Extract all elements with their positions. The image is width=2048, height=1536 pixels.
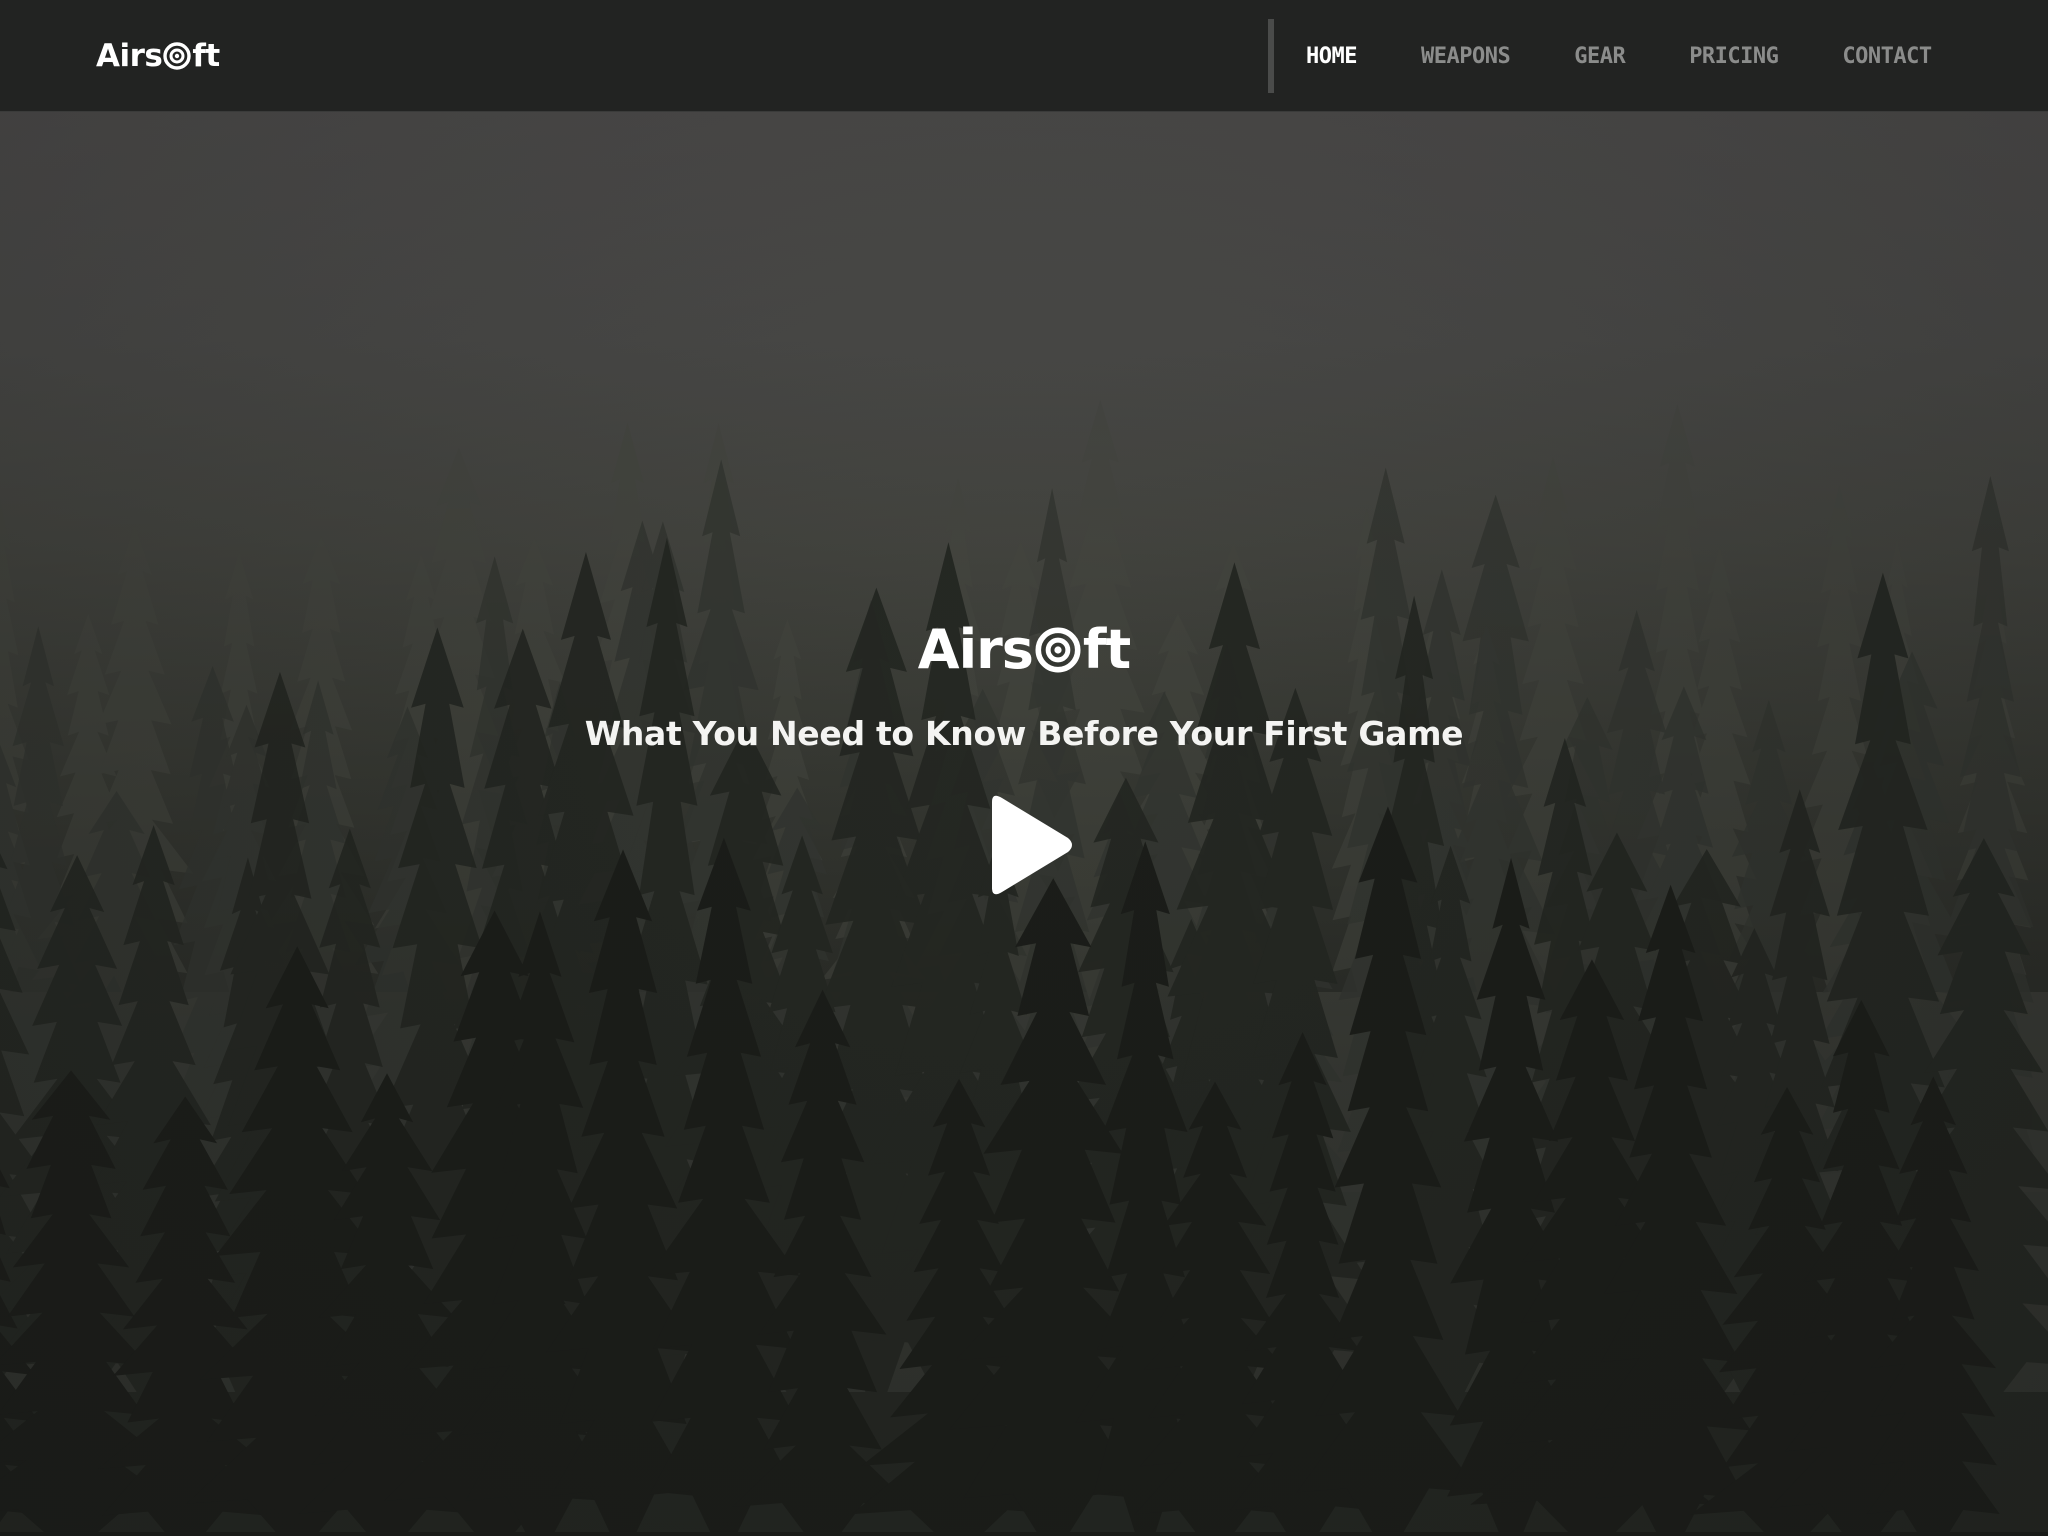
play-button[interactable] [984,794,1074,896]
play-icon [992,795,1072,895]
target-icon [163,42,192,70]
hero-section: Airs ft What You Need to Know Before You… [0,112,2048,1536]
nav-item-home[interactable]: HOME [1306,44,1357,69]
nav-item-contact[interactable]: CONTACT [1842,44,1932,69]
target-icon [1035,627,1081,673]
nav-item-weapons[interactable]: WEAPONS [1421,44,1511,69]
navbar: Airs ft HOME WEAPONS GEAR PRICING CONTAC… [0,0,2048,112]
hero-title: Airs ft [0,618,2048,682]
brand-logo[interactable]: Airs ft [96,36,220,76]
hero-content: Airs ft What You Need to Know Before You… [0,112,2048,1536]
hero-title-prefix: Airs [917,618,1034,681]
brand-suffix: ft [192,38,220,74]
nav-item-pricing[interactable]: PRICING [1689,44,1779,69]
brand-prefix: Airs [96,38,163,74]
main-nav: HOME WEAPONS GEAR PRICING CONTACT [1306,38,1932,74]
hero-title-suffix: ft [1082,618,1131,681]
nav-divider [1268,19,1274,93]
page: Airs ft HOME WEAPONS GEAR PRICING CONTAC… [0,0,2048,1536]
hero-subtitle: What You Need to Know Before Your First … [584,714,1464,753]
nav-item-gear[interactable]: GEAR [1574,44,1625,69]
